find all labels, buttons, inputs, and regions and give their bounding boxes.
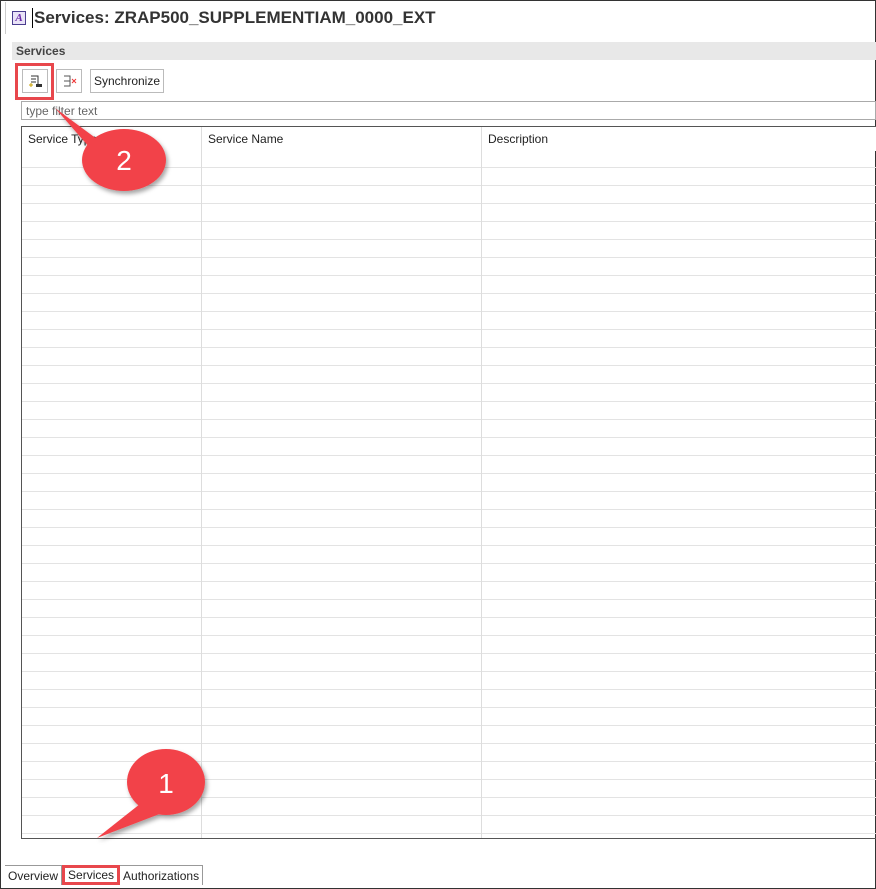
table-header: Service Type Service Name Description xyxy=(22,127,876,151)
synchronize-button[interactable]: Synchronize xyxy=(90,69,164,93)
editor-tabs: Overview Services Authorizations xyxy=(5,865,204,885)
tab-services[interactable]: Services xyxy=(62,865,121,885)
page-title: Services: ZRAP500_SUPPLEMENTIAM_0000_EXT xyxy=(32,8,436,28)
highlight-add-button xyxy=(15,63,54,100)
app-descriptor-icon: A xyxy=(12,11,26,25)
services-table: Service Type Service Name Description xyxy=(21,126,876,839)
remove-service-icon xyxy=(64,75,77,87)
column-service-name[interactable]: Service Name xyxy=(202,127,482,151)
remove-service-button[interactable] xyxy=(56,69,82,93)
editor-header: A Services: ZRAP500_SUPPLEMENTIAM_0000_E… xyxy=(5,2,876,34)
filter-input[interactable]: type filter text xyxy=(21,101,876,120)
section-title: Services xyxy=(12,42,876,60)
column-service-type[interactable]: Service Type xyxy=(22,127,202,151)
tab-authorizations[interactable]: Authorizations xyxy=(120,866,204,885)
column-description[interactable]: Description xyxy=(482,127,876,151)
tab-overview[interactable]: Overview xyxy=(5,866,63,885)
